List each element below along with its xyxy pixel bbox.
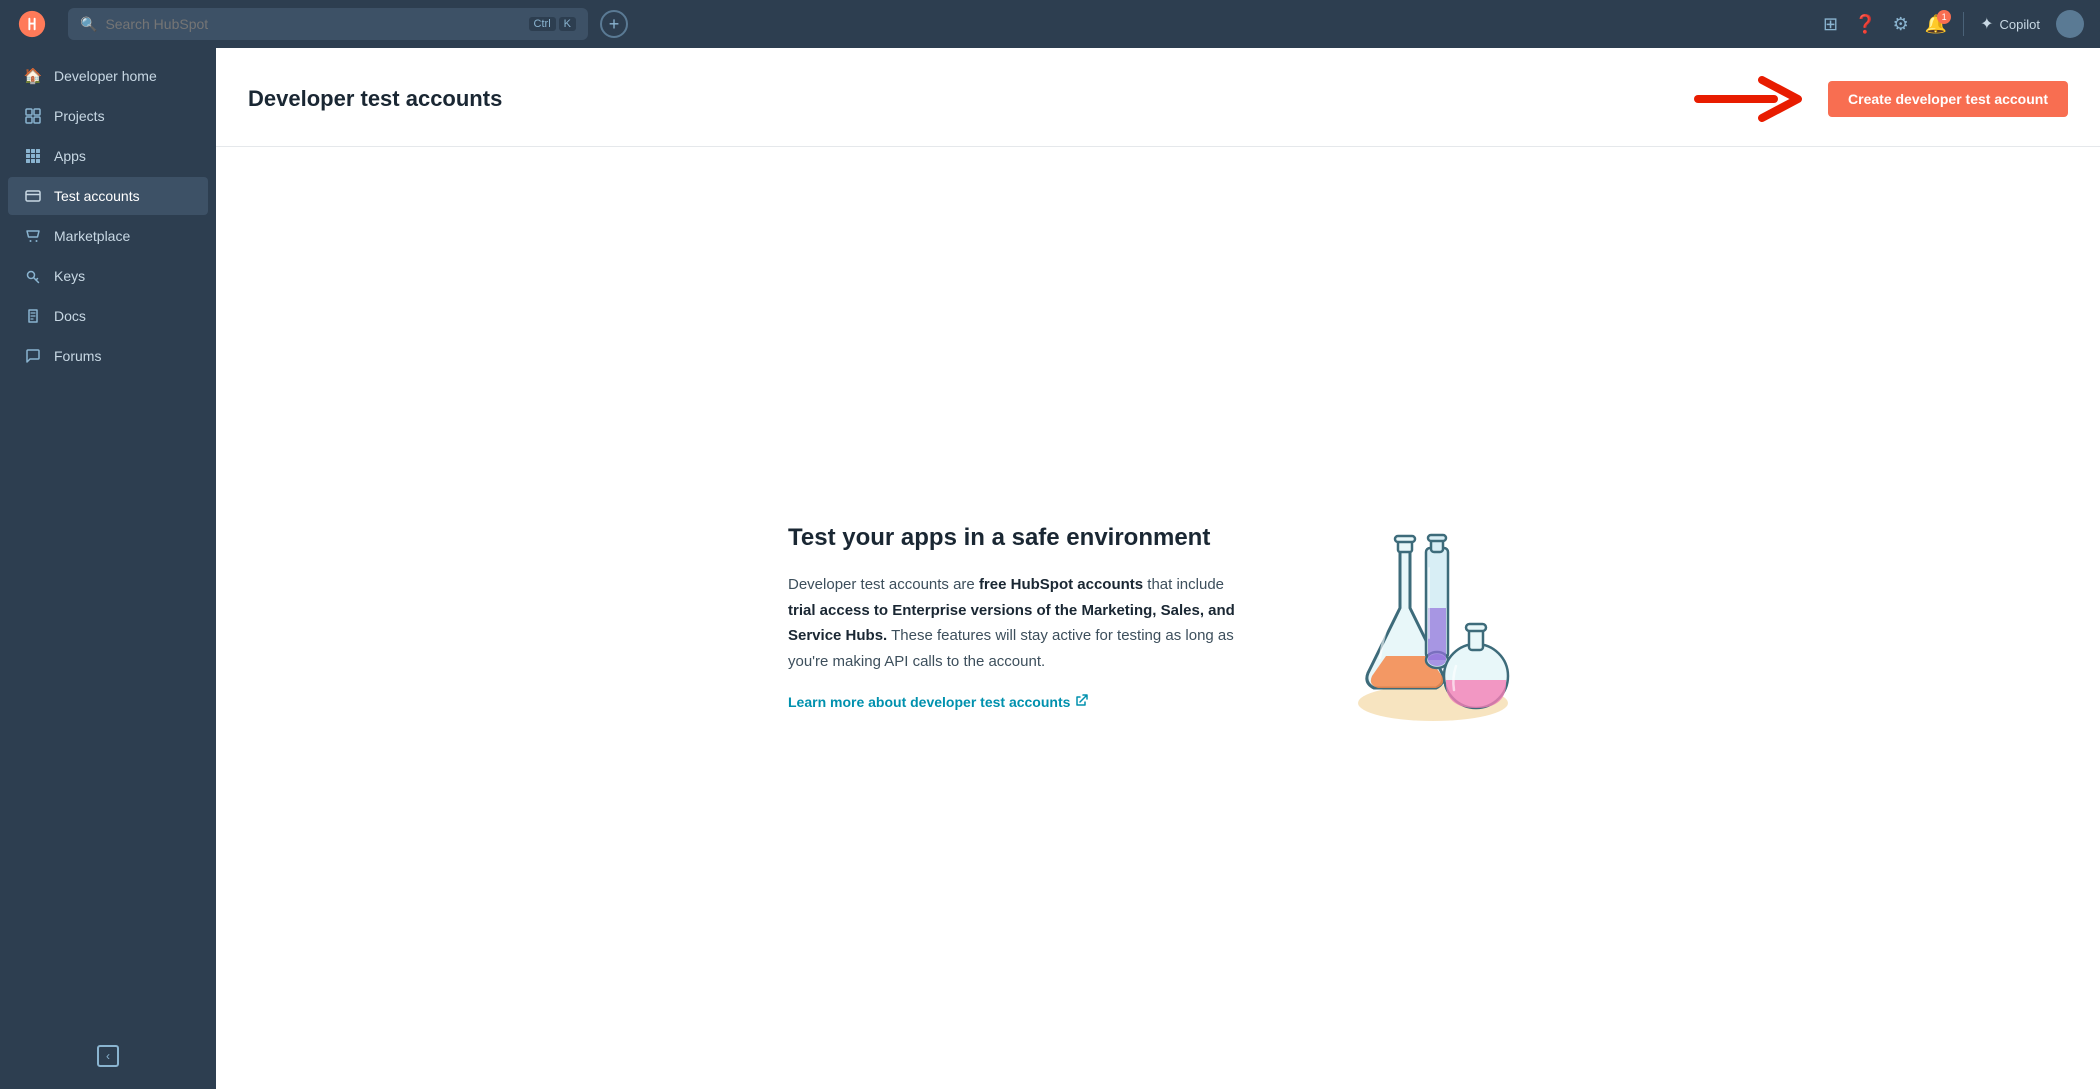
nav-icons: ⊞ ❓ ⚙ 🔔 1 ✦ Copilot — [1823, 10, 2084, 38]
page-header: Developer test accounts Create developer… — [216, 48, 2100, 147]
copilot-icon: ✦ — [1980, 14, 1993, 34]
search-input[interactable] — [105, 16, 520, 32]
search-bar[interactable]: 🔍 Ctrl K — [68, 8, 588, 40]
sidebar-item-marketplace[interactable]: Marketplace — [8, 217, 208, 255]
nav-divider — [1963, 12, 1964, 36]
sidebar-item-label: Developer home — [54, 68, 157, 84]
sidebar-item-label: Apps — [54, 148, 86, 164]
body-text-start: Developer test accounts are — [788, 576, 979, 593]
learn-more-link[interactable]: Learn more about developer test accounts — [788, 694, 1088, 710]
sidebar-item-label: Docs — [54, 308, 86, 324]
learn-more-label: Learn more about developer test accounts — [788, 694, 1070, 710]
sidebar: 🏠 Developer home Projects Apps Test acco… — [0, 48, 216, 1089]
k-key: K — [559, 17, 576, 31]
notifications-icon[interactable]: 🔔 1 — [1925, 14, 1947, 35]
empty-state-text: Test your apps in a safe environment Dev… — [788, 524, 1248, 712]
content-area: Developer test accounts Create developer… — [216, 48, 2100, 1089]
page-content: Test your apps in a safe environment Dev… — [216, 147, 2100, 1089]
settings-icon[interactable]: ⚙ — [1893, 14, 1909, 35]
avatar[interactable] — [2056, 10, 2084, 38]
copilot-label: Copilot — [2000, 17, 2040, 32]
add-button[interactable]: + — [600, 10, 628, 38]
forums-icon — [24, 347, 42, 365]
sidebar-item-keys[interactable]: Keys — [8, 257, 208, 295]
sidebar-item-projects[interactable]: Projects — [8, 97, 208, 135]
apps-icon — [24, 147, 42, 165]
top-nav: 🔍 Ctrl K + ⊞ ❓ ⚙ 🔔 1 ✦ Copilot — [0, 0, 2100, 48]
sidebar-item-label: Marketplace — [54, 228, 130, 244]
projects-icon — [24, 107, 42, 125]
collapse-icon: ‹ — [97, 1045, 119, 1067]
red-arrow-annotation — [1694, 72, 1804, 126]
sidebar-item-test-accounts[interactable]: Test accounts — [8, 177, 208, 215]
sidebar-item-developer-home[interactable]: 🏠 Developer home — [8, 57, 208, 95]
home-icon: 🏠 — [24, 67, 42, 85]
sidebar-item-label: Test accounts — [54, 188, 140, 204]
ctrl-key: Ctrl — [529, 17, 556, 31]
sidebar-item-forums[interactable]: Forums — [8, 337, 208, 375]
test-accounts-icon — [24, 187, 42, 205]
hubspot-logo[interactable] — [16, 8, 48, 40]
sidebar-item-apps[interactable]: Apps — [8, 137, 208, 175]
main-layout: 🏠 Developer home Projects Apps Test acco… — [0, 48, 2100, 1089]
notification-badge: 1 — [1937, 10, 1951, 24]
copilot-button[interactable]: ✦ Copilot — [1980, 14, 2040, 34]
empty-state: Test your apps in a safe environment Dev… — [788, 508, 1528, 728]
marketplace-icon — [24, 227, 42, 245]
grid-icon[interactable]: ⊞ — [1823, 14, 1838, 35]
empty-state-title: Test your apps in a safe environment — [788, 524, 1248, 552]
header-right: Create developer test account — [1694, 72, 2068, 126]
tall-flask — [1426, 535, 1448, 668]
search-shortcut: Ctrl K — [529, 17, 576, 31]
help-icon[interactable]: ❓ — [1854, 14, 1876, 35]
body-text-mid: that include — [1143, 576, 1224, 593]
empty-state-body: Developer test accounts are free HubSpot… — [788, 572, 1248, 674]
search-icon: 🔍 — [80, 16, 97, 33]
sidebar-collapse-button[interactable]: ‹ — [8, 1035, 208, 1077]
sidebar-item-label: Forums — [54, 348, 101, 364]
body-bold-free: free HubSpot accounts — [979, 576, 1143, 593]
docs-icon — [24, 307, 42, 325]
keys-icon — [24, 267, 42, 285]
sidebar-item-docs[interactable]: Docs — [8, 297, 208, 335]
create-developer-test-account-button[interactable]: Create developer test account — [1828, 81, 2068, 117]
page-title: Developer test accounts — [248, 86, 502, 112]
external-link-icon — [1075, 694, 1088, 710]
lab-illustration — [1328, 508, 1528, 728]
small-flask — [1444, 624, 1508, 708]
sidebar-item-label: Keys — [54, 268, 85, 284]
sidebar-item-label: Projects — [54, 108, 105, 124]
